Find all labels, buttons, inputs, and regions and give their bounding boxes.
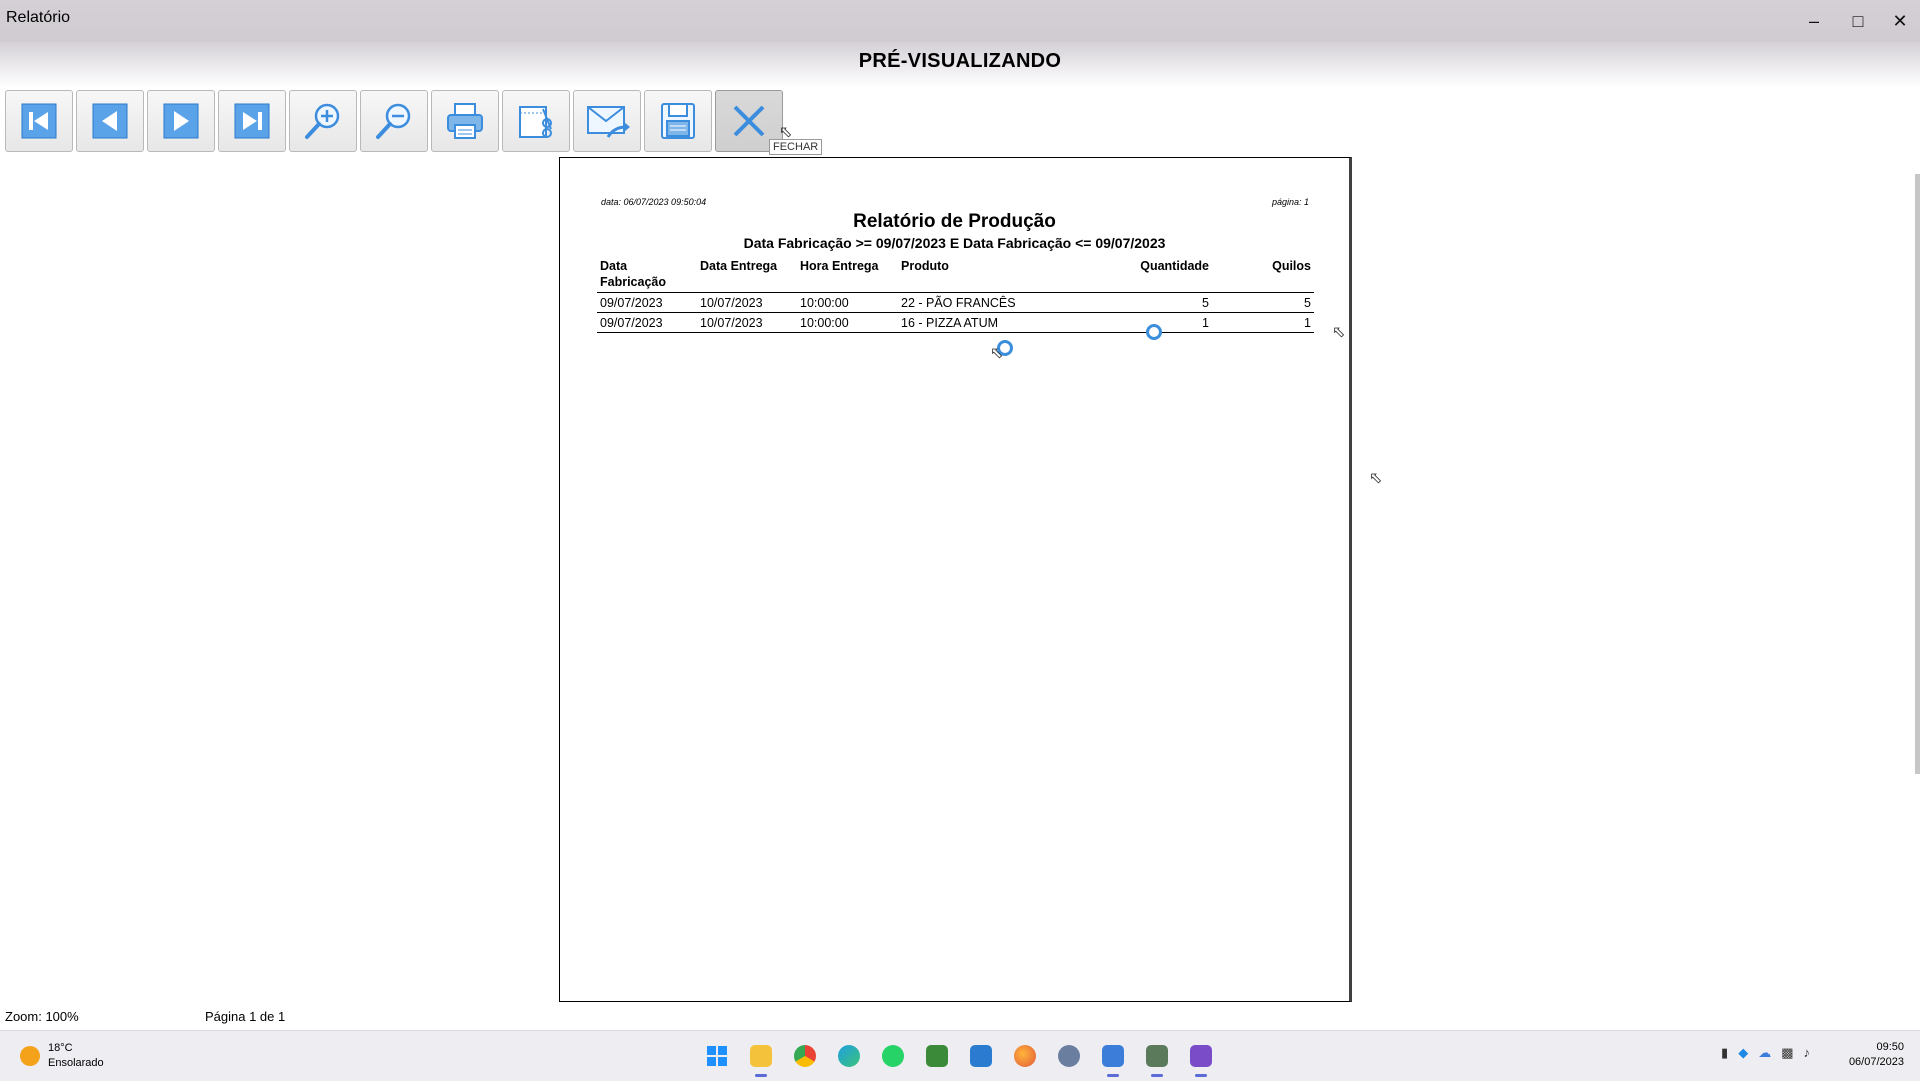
- erp-app-icon[interactable]: [1140, 1039, 1174, 1077]
- mouse-cursor-icon: ⬁: [1369, 470, 1383, 487]
- shield-icon[interactable]: ◆: [1738, 1045, 1748, 1061]
- firefox-icon[interactable]: [1008, 1039, 1042, 1073]
- zoom-in-icon: [305, 103, 340, 139]
- table-cell: 22 - PÃO FRANCÊS: [898, 292, 1084, 313]
- table-cell: 5: [1084, 292, 1212, 313]
- column-header: Hora Entrega: [797, 257, 898, 293]
- report-date: data: 06/07/2023 09:50:04: [601, 197, 707, 207]
- column-header: Data Entrega: [697, 257, 797, 293]
- network-icon[interactable]: ▩: [1781, 1045, 1793, 1061]
- column-header: Data Fabricação: [597, 257, 697, 293]
- table-cell: 10/07/2023: [697, 292, 797, 313]
- close-icon[interactable]: ✕: [1880, 6, 1920, 36]
- report-page-number: página: 1: [1271, 197, 1309, 207]
- previous-page-button[interactable]: [76, 90, 144, 152]
- table-cell: 09/07/2023: [597, 292, 697, 313]
- status-bar: Zoom: 100% Página 1 de 1: [0, 1002, 1920, 1030]
- page-setup-button[interactable]: [502, 90, 570, 152]
- clock-date: 06/07/2023: [1848, 1056, 1904, 1068]
- weather-temperature: 18°C: [48, 1042, 73, 1054]
- settings-icon[interactable]: [1052, 1039, 1086, 1073]
- whatsapp-icon[interactable]: [876, 1039, 910, 1073]
- report-title: Relatório de Produção: [853, 211, 1056, 232]
- system-tray: ▮ ◆ ☁ ▩ ♪: [1721, 1045, 1810, 1061]
- window-titlebar: Relatório – □ ✕: [0, 0, 1920, 42]
- report-page: data: 06/07/2023 09:50:04 página: 1 Rela…: [559, 157, 1352, 1002]
- cloud-icon[interactable]: ☁: [1758, 1045, 1771, 1061]
- chrome-icon[interactable]: [788, 1039, 822, 1073]
- remote-app-icon[interactable]: [964, 1039, 998, 1073]
- taskbar-clock[interactable]: 09:50 06/07/2023: [1849, 1040, 1904, 1070]
- floppy-disk-icon: [661, 103, 695, 139]
- table-row: 09/07/2023 10/07/2023 10:00:00 22 - PÃO …: [597, 292, 1314, 313]
- sun-icon: [20, 1046, 40, 1066]
- print-button[interactable]: [431, 90, 499, 152]
- mouse-cursor-icon: ⬁: [990, 345, 1004, 362]
- email-button[interactable]: [573, 90, 641, 152]
- table-cell: 10:00:00: [797, 312, 898, 333]
- next-page-icon: [163, 103, 199, 139]
- report-table-header: Data Fabricação Data Entrega Hora Entreg…: [597, 257, 1314, 293]
- window-title: Relatório: [6, 9, 71, 26]
- save-button[interactable]: [644, 90, 712, 152]
- report-preview-area: data: 06/07/2023 09:50:04 página: 1 Rela…: [0, 156, 1920, 1002]
- windows-start-icon[interactable]: [700, 1039, 734, 1073]
- preview-header: PRÉ-VISUALIZANDO: [0, 42, 1920, 88]
- page-setup-icon: [519, 106, 552, 138]
- preview-toolbar: [5, 90, 783, 154]
- report-subtitle: Data Fabricação >= 09/07/2023 E Data Fab…: [743, 235, 1166, 251]
- taskbar-apps: [700, 1039, 1218, 1077]
- maximize-icon[interactable]: □: [1838, 6, 1878, 36]
- weather-widget[interactable]: 18°C Ensolarado: [20, 1041, 104, 1071]
- email-icon: [587, 106, 630, 138]
- windows-taskbar: 18°C Ensolarado ▮ ◆ ☁ ▩ ♪ 09:50 06/07/20…: [0, 1030, 1920, 1081]
- close-tooltip: FECHAR: [769, 139, 823, 155]
- report-table: Data Fabricação Data Entrega Hora Entreg…: [597, 257, 1314, 333]
- zoom-in-button[interactable]: [289, 90, 357, 152]
- column-header: Quilos: [1212, 257, 1314, 293]
- next-page-button[interactable]: [147, 90, 215, 152]
- video-app-icon[interactable]: [1184, 1039, 1218, 1077]
- notepad-icon[interactable]: [1096, 1039, 1130, 1077]
- close-x-icon: [733, 105, 765, 137]
- loading-spinner-icon: [1146, 324, 1162, 340]
- previous-page-icon: [92, 103, 128, 139]
- printer-icon: [447, 103, 483, 139]
- volume-icon[interactable]: ♪: [1804, 1045, 1811, 1061]
- table-cell: 10:00:00: [797, 292, 898, 313]
- column-header: Produto: [898, 257, 1084, 293]
- minimize-icon[interactable]: –: [1794, 6, 1834, 36]
- clock-time: 09:50: [1876, 1041, 1904, 1053]
- mouse-cursor-icon: ⬁: [1332, 324, 1346, 341]
- weather-description: Ensolarado: [48, 1057, 104, 1069]
- vertical-scrollbar[interactable]: [1915, 174, 1920, 774]
- table-cell: 10/07/2023: [697, 312, 797, 333]
- file-explorer-icon[interactable]: [744, 1039, 778, 1077]
- zoom-out-button[interactable]: [360, 90, 428, 152]
- table-cell: 1: [1212, 312, 1314, 333]
- table-cell: 09/07/2023: [597, 312, 697, 333]
- page-status: Página 1 de 1: [205, 1009, 286, 1024]
- table-cell: 5: [1212, 292, 1314, 313]
- edge-icon[interactable]: [832, 1039, 866, 1073]
- first-page-icon: [21, 103, 57, 139]
- last-page-icon: [234, 103, 270, 139]
- first-page-button[interactable]: [5, 90, 73, 152]
- spreadsheet-icon[interactable]: [920, 1039, 954, 1073]
- usb-icon[interactable]: ▮: [1721, 1045, 1728, 1061]
- preview-caption: PRÉ-VISUALIZANDO: [858, 50, 1062, 72]
- zoom-out-icon: [376, 103, 411, 139]
- zoom-status: Zoom: 100%: [5, 1009, 79, 1024]
- last-page-button[interactable]: [218, 90, 286, 152]
- table-row: 09/07/2023 10/07/2023 10:00:00 16 - PIZZ…: [597, 312, 1314, 333]
- table-cell: 16 - PIZZA ATUM: [898, 312, 1084, 333]
- column-header: Quantidade: [1084, 257, 1212, 293]
